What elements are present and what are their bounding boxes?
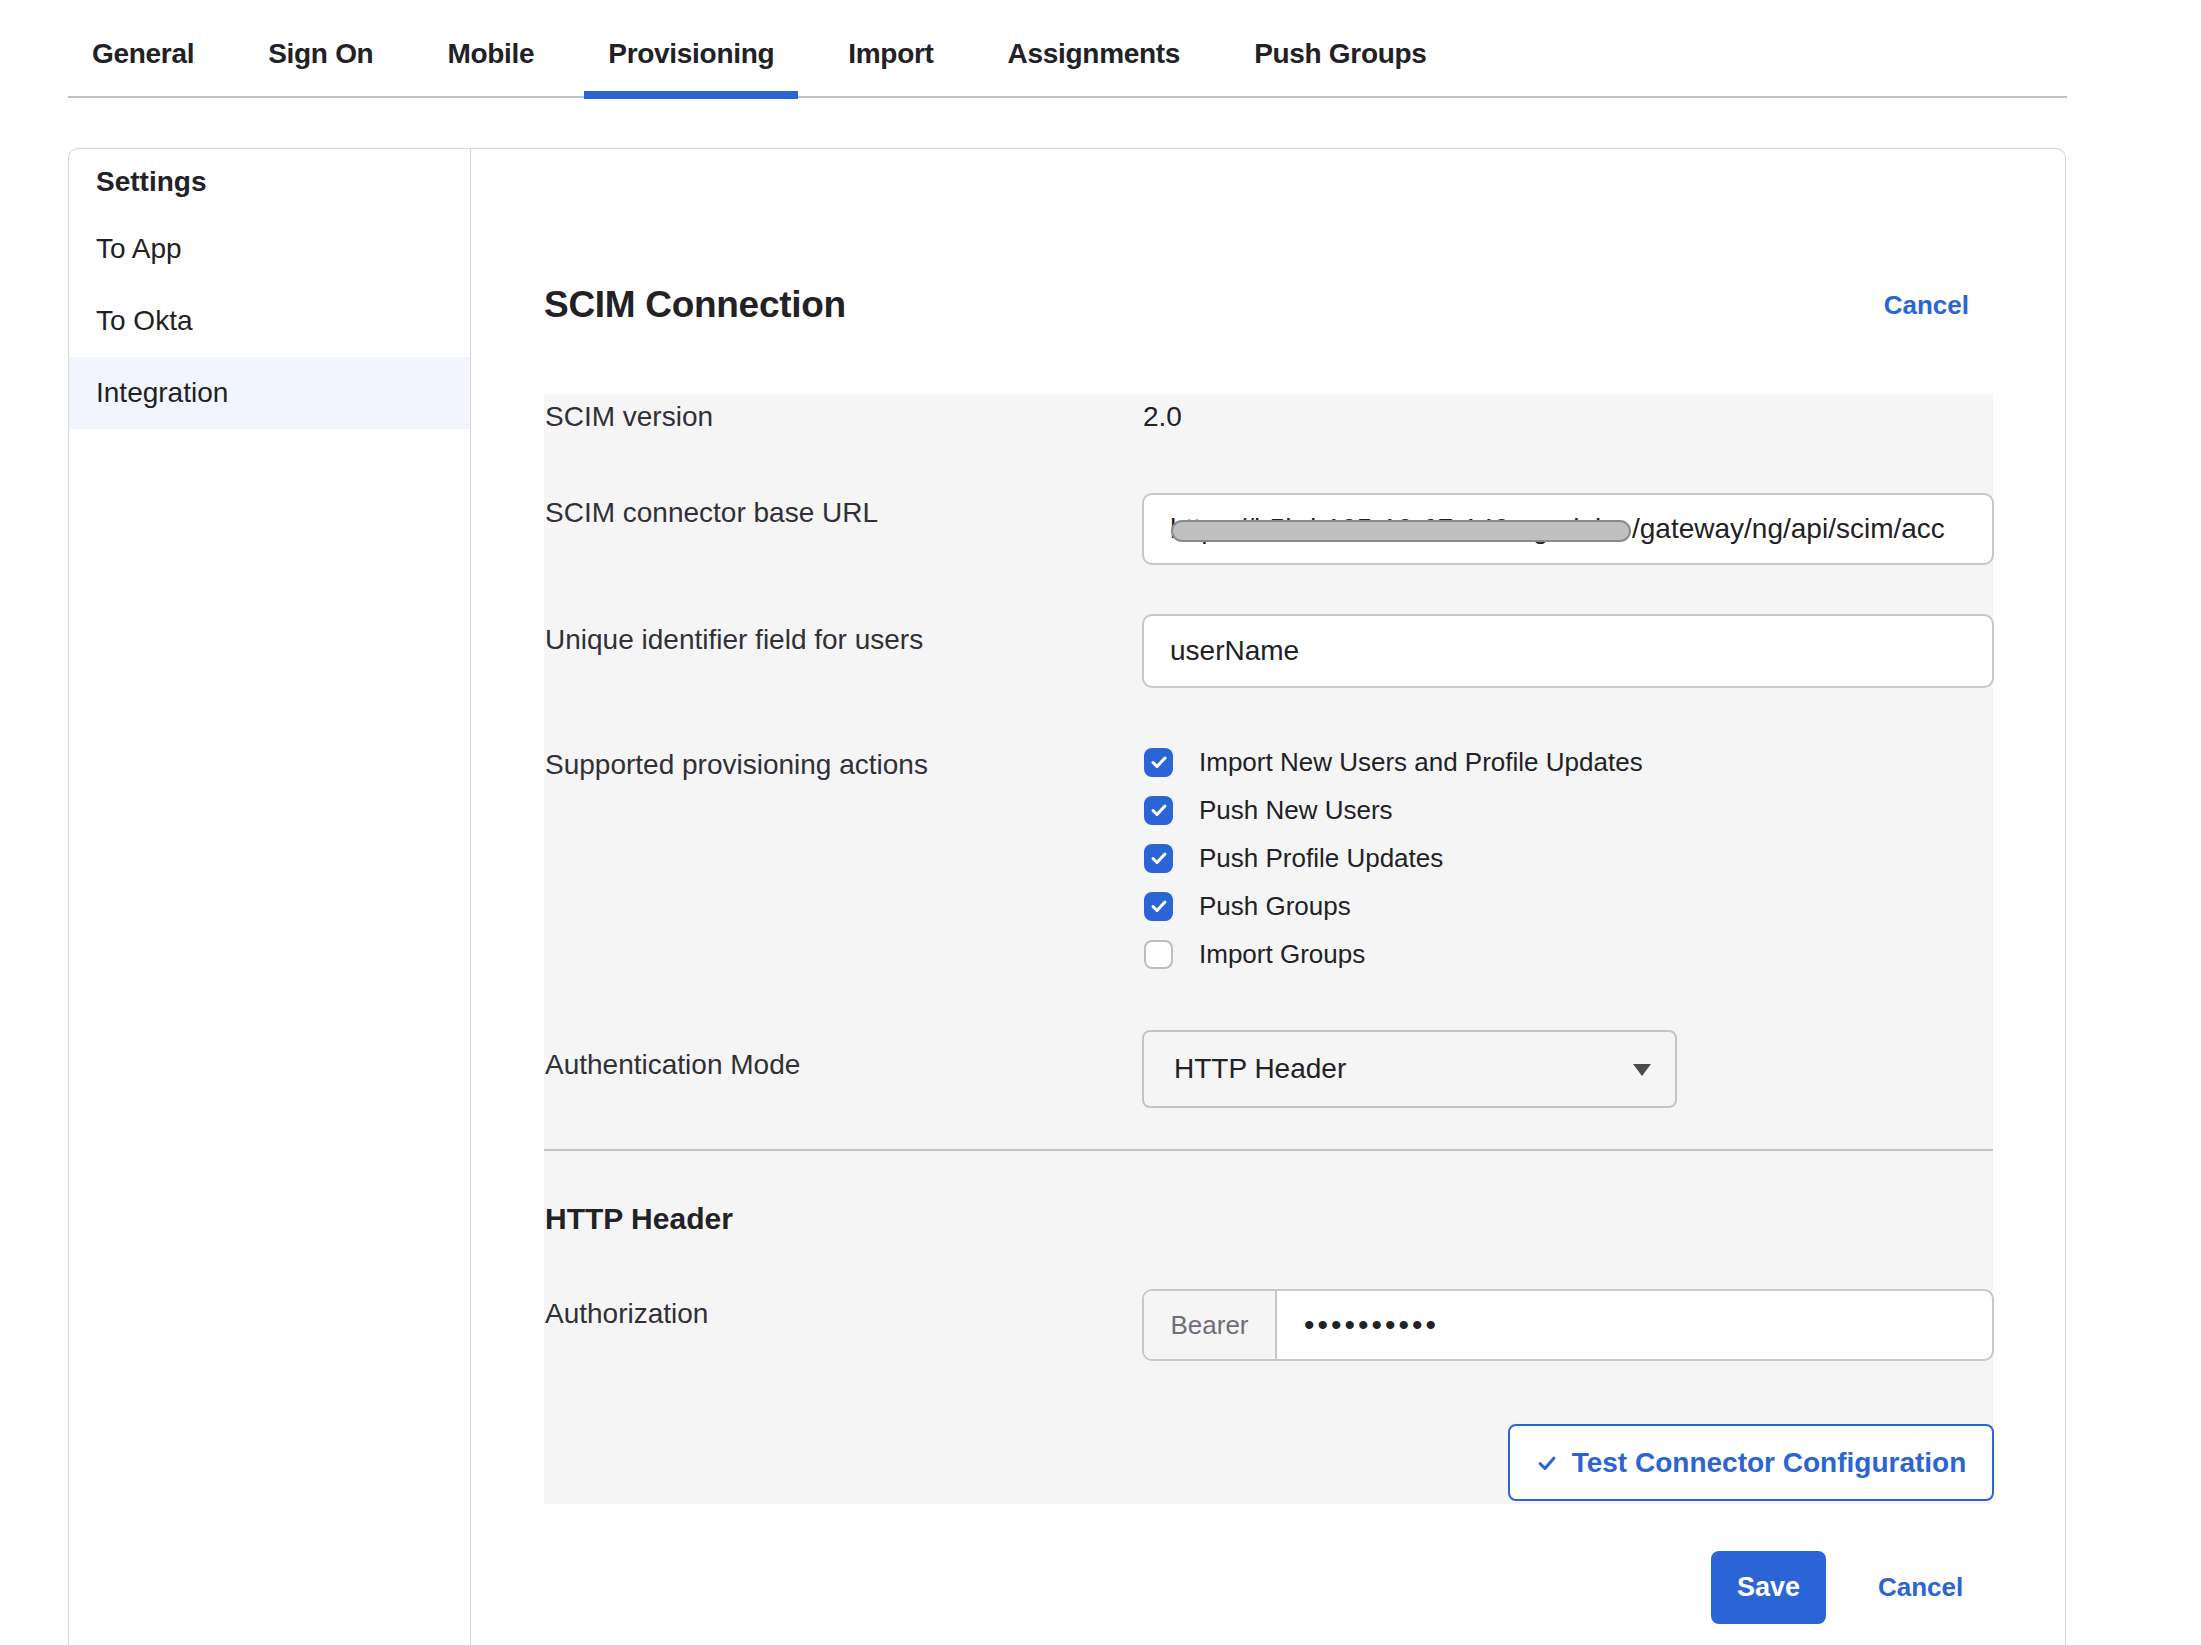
base-url-input[interactable]: https://b5bd-195-19-67-149.ngrok.io/gate… bbox=[1142, 493, 1994, 565]
base-url-label: SCIM connector base URL bbox=[545, 498, 878, 528]
tab-provisioning[interactable]: Provisioning bbox=[584, 12, 798, 96]
authorization-label: Authorization bbox=[545, 1299, 708, 1329]
test-connector-configuration-label: Test Connector Configuration bbox=[1572, 1447, 1967, 1479]
section-divider bbox=[544, 1149, 1993, 1151]
sidebar-title: Settings bbox=[69, 151, 470, 213]
provisioning-option-row: Push New Users bbox=[1144, 786, 1643, 834]
app-tab-bar: General Sign On Mobile Provisioning Import As… bbox=[68, 0, 2067, 98]
scim-version-value: 2.0 bbox=[1143, 402, 1182, 432]
provisioning-option-row: Import Groups bbox=[1144, 930, 1643, 978]
checkbox-push-groups[interactable] bbox=[1144, 892, 1173, 921]
unique-id-value: userName bbox=[1170, 635, 1299, 667]
check-icon bbox=[1536, 1452, 1558, 1474]
redaction-overlay bbox=[1171, 520, 1631, 542]
checkbox-push-new-users[interactable] bbox=[1144, 796, 1173, 825]
form-actions: Save Cancel bbox=[1711, 1551, 1963, 1624]
provisioning-option-row: Push Profile Updates bbox=[1144, 834, 1643, 882]
chevron-down-icon bbox=[1633, 1064, 1651, 1076]
base-url-visible-text: /gateway/ng/api/scim/acc bbox=[1632, 513, 1945, 545]
provisioning-content: SCIM Connection Cancel SCIM version 2.0 … bbox=[472, 149, 2065, 1645]
provisioning-option-row: Push Groups bbox=[1144, 882, 1643, 930]
auth-mode-select[interactable]: HTTP Header bbox=[1142, 1030, 1677, 1108]
tab-import[interactable]: Import bbox=[824, 12, 957, 96]
tab-push-groups[interactable]: Push Groups bbox=[1230, 12, 1451, 96]
sidebar-item-integration[interactable]: Integration bbox=[69, 357, 470, 429]
cancel-link-bottom[interactable]: Cancel bbox=[1878, 1572, 1963, 1603]
provisioning-option-row: Import New Users and Profile Updates bbox=[1144, 738, 1643, 786]
tab-general[interactable]: General bbox=[68, 12, 218, 96]
cancel-link-top[interactable]: Cancel bbox=[1884, 290, 1969, 320]
auth-mode-label: Authentication Mode bbox=[545, 1050, 800, 1080]
page-title: SCIM Connection bbox=[544, 288, 846, 322]
tab-assignments[interactable]: Assignments bbox=[984, 12, 1205, 96]
provisioning-actions-group: Import New Users and Profile Updates Pus… bbox=[1144, 738, 1643, 978]
settings-card: Settings To AppTo OktaIntegration SCIM C… bbox=[68, 148, 2066, 1645]
sidebar-item-to-okta[interactable]: To Okta bbox=[69, 285, 470, 357]
authorization-input-group: Bearer •••••••••• bbox=[1142, 1289, 1994, 1361]
unique-id-input[interactable]: userName bbox=[1142, 614, 1994, 688]
http-header-section-title: HTTP Header bbox=[545, 1204, 733, 1234]
test-connector-configuration-button[interactable]: Test Connector Configuration bbox=[1508, 1424, 1994, 1501]
unique-id-label: Unique identifier field for users bbox=[545, 625, 923, 655]
tab-sign-on[interactable]: Sign On bbox=[244, 12, 397, 96]
tab-mobile[interactable]: Mobile bbox=[423, 12, 558, 96]
auth-mode-value: HTTP Header bbox=[1174, 1053, 1346, 1085]
sidebar-item-to-app[interactable]: To App bbox=[69, 213, 470, 285]
checkbox-push-profile-updates[interactable] bbox=[1144, 844, 1173, 873]
provisioning-actions-label: Supported provisioning actions bbox=[545, 750, 928, 780]
authorization-token-input[interactable]: •••••••••• bbox=[1277, 1291, 1992, 1359]
checkbox-import-new-users-and-profile-updates[interactable] bbox=[1144, 748, 1173, 777]
settings-sidebar: Settings To AppTo OktaIntegration bbox=[69, 149, 471, 1645]
scim-version-label: SCIM version bbox=[545, 402, 713, 432]
checkbox-import-groups[interactable] bbox=[1144, 940, 1173, 969]
save-button[interactable]: Save bbox=[1711, 1551, 1826, 1624]
scim-settings-panel: SCIM version 2.0 SCIM connector base URL… bbox=[544, 394, 1993, 1504]
authorization-prefix: Bearer bbox=[1144, 1291, 1277, 1359]
